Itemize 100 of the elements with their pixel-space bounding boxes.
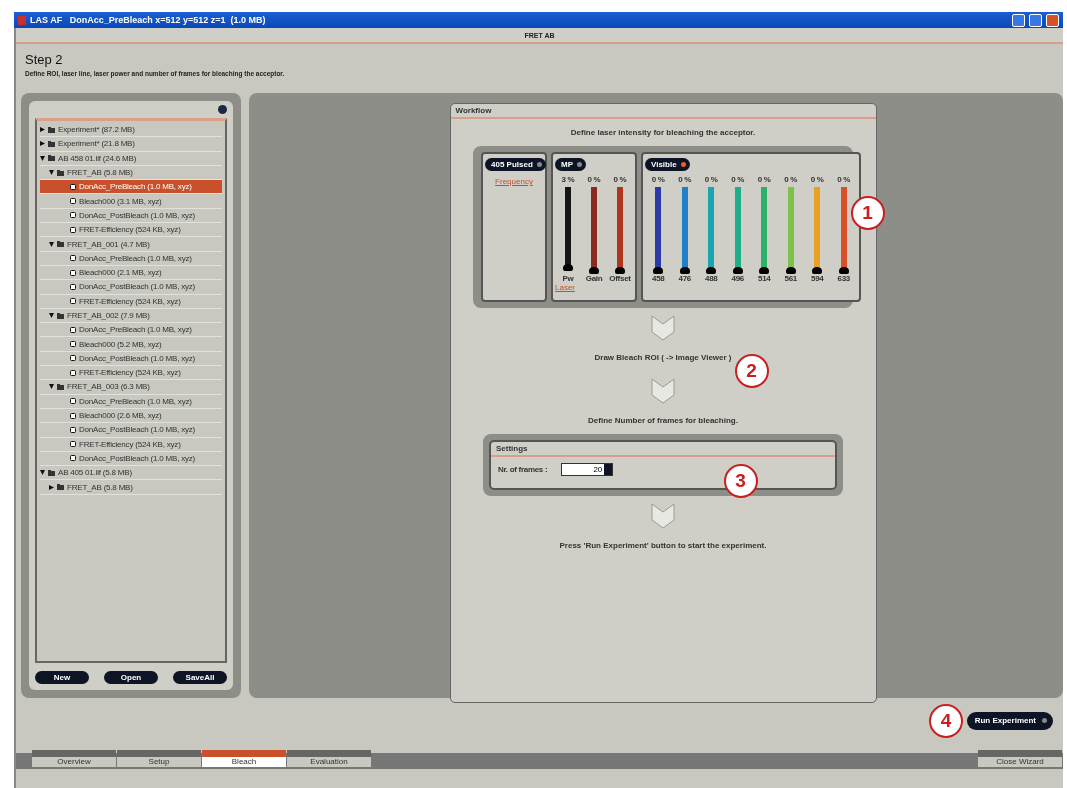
document-icon <box>70 326 76 333</box>
collapsed-arrow-icon[interactable] <box>49 484 54 490</box>
slider-label: 594 <box>811 274 824 283</box>
tree-item[interactable]: DonAcc_PostBleach (1.0 MB, xyz) <box>40 423 222 438</box>
callout-number: 4 <box>929 704 963 738</box>
intensity-slider[interactable] <box>681 187 688 271</box>
slider-thumb[interactable] <box>589 267 599 274</box>
expanded-arrow-icon[interactable] <box>49 384 54 390</box>
tree-item[interactable]: Experiment* (87.2 MB) <box>40 123 222 138</box>
wizard-tab[interactable]: Bleach <box>202 750 286 767</box>
intensity-slider[interactable] <box>708 187 715 271</box>
wizard-tab[interactable]: Evaluation <box>287 750 371 767</box>
workflow-step: Press 'Run Experiment' button to start the experiment. <box>559 541 767 550</box>
minimize-button[interactable] <box>1012 13 1025 27</box>
tree-item[interactable]: AB 405 01.lif (5.8 MB) <box>40 466 222 481</box>
intensity-slider[interactable] <box>734 187 741 271</box>
down-chevron-icon <box>650 377 676 405</box>
tree-item[interactable]: FRET_AB_001 (4.7 MB) <box>40 237 222 252</box>
tree-item[interactable]: DonAcc_PreBleach (1.0 MB, xyz) <box>40 180 222 195</box>
expanded-arrow-icon[interactable] <box>49 313 54 318</box>
tree-item[interactable]: FRET-Efficiency (524 KB, xyz) <box>40 223 222 238</box>
slider-reading: 0 % <box>587 175 601 184</box>
slider-thumb[interactable] <box>653 267 664 274</box>
tree-button[interactable]: New <box>35 671 89 684</box>
tree-item[interactable]: FRET-Efficiency (524 KB, xyz) <box>40 366 222 381</box>
slider-thumb[interactable] <box>759 267 770 274</box>
tree-item-label: DonAcc_PostBleach (1.0 MB, xyz) <box>79 453 196 463</box>
tree-item[interactable]: AB 458 01.lif (24.6 MB) <box>40 151 222 166</box>
intensity-slider[interactable] <box>787 187 794 271</box>
intensity-slider[interactable] <box>840 187 847 271</box>
expanded-arrow-icon[interactable] <box>49 241 54 247</box>
status-dot <box>1042 718 1047 723</box>
slider-thumb[interactable] <box>563 264 573 272</box>
run-experiment-button[interactable]: Run Experiment <box>966 711 1053 730</box>
collapsed-arrow-icon[interactable] <box>40 141 45 147</box>
slider-thumb[interactable] <box>838 267 849 274</box>
step-heading: Step 2 <box>24 51 64 67</box>
intensity-slider[interactable] <box>761 187 768 271</box>
tree-button[interactable]: SaveAll <box>173 671 227 684</box>
slider-reading: 0 % <box>837 175 851 184</box>
tree-item-label: AB 458 01.lif (24.6 MB) <box>58 153 137 163</box>
tree-item[interactable]: DonAcc_PreBleach (1.0 MB, xyz) <box>40 394 222 409</box>
intensity-slider[interactable] <box>591 187 597 271</box>
tree-item-label: DonAcc_PostBleach (1.0 MB, xyz) <box>79 353 196 363</box>
tree-item[interactable]: Bleach000 (2.1 MB, xyz) <box>40 265 222 281</box>
slider-label: Offset <box>609 274 631 283</box>
slider-thumb[interactable] <box>615 267 625 274</box>
tree-item[interactable]: DonAcc_PreBleach (1.0 MB, xyz) <box>40 323 222 338</box>
tree-item[interactable]: Experiment* (21.8 MB) <box>40 137 222 152</box>
slider-thumb[interactable] <box>732 267 743 274</box>
wizard-tab[interactable]: Setup <box>117 750 201 767</box>
help-icon[interactable] <box>218 105 227 114</box>
intensity-slider[interactable] <box>655 187 662 271</box>
slider-thumb[interactable] <box>785 267 796 274</box>
folder-icon <box>48 469 55 476</box>
slider-thumb[interactable] <box>679 267 690 274</box>
tree-item-label: FRET_AB_003 (6.3 MB) <box>67 382 150 392</box>
wizard-tab[interactable]: Overview <box>32 750 116 767</box>
intensity-slider[interactable] <box>814 187 821 271</box>
frames-label: Nr. of frames : <box>498 465 548 474</box>
tree-item-label: DonAcc_PreBleach (1.0 MB, xyz) <box>79 396 192 406</box>
intensity-slider[interactable] <box>617 187 623 271</box>
expanded-arrow-icon[interactable] <box>49 170 54 176</box>
tree-item[interactable]: DonAcc_PostBleach (1.0 MB, xyz) <box>40 280 222 295</box>
workflow-step: Define Number of frames for bleaching. <box>588 416 738 425</box>
tree-item[interactable]: FRET_AB_003 (6.3 MB) <box>40 380 222 395</box>
tree-item[interactable]: FRET_AB (5.8 MB) <box>40 480 222 495</box>
slider-label: 561 <box>784 274 797 283</box>
expanded-arrow-icon[interactable] <box>40 470 45 476</box>
slider-reading: 0 % <box>678 175 692 184</box>
tree-item[interactable]: FRET-Efficiency (524 KB, xyz) <box>40 294 222 309</box>
tree-item[interactable]: Bleach000 (5.2 MB, xyz) <box>40 337 222 352</box>
laser-toggle[interactable]: MP <box>555 158 586 171</box>
slider-reading: 0 % <box>810 175 824 184</box>
laser-toggle[interactable]: 405 Pulsed <box>485 158 546 171</box>
close-button[interactable] <box>1046 13 1059 27</box>
intensity-slider[interactable] <box>565 187 571 271</box>
tree-item[interactable]: DonAcc_PreBleach (1.0 MB, xyz) <box>40 251 222 266</box>
tree-item-label: FRET-Efficiency (524 KB, xyz) <box>79 296 181 306</box>
tree-item-label: FRET-Efficiency (524 KB, xyz) <box>79 225 181 235</box>
laser-toggle[interactable]: Visible <box>645 158 690 171</box>
tree-item[interactable]: FRET_AB_002 (7.9 MB) <box>40 308 222 324</box>
slider-thumb[interactable] <box>706 267 717 274</box>
tree-item[interactable]: DonAcc_PostBleach (1.0 MB, xyz) <box>40 451 222 467</box>
collapsed-arrow-icon[interactable] <box>40 127 45 133</box>
tree-item[interactable]: DonAcc_PostBleach (1.0 MB, xyz) <box>40 208 222 224</box>
slider-reading: 0 % <box>704 175 718 184</box>
slider-thumb[interactable] <box>812 267 823 274</box>
tree-item-label: FRET_AB_001 (4.7 MB) <box>67 239 150 249</box>
tree-item[interactable]: FRET-Efficiency (524 KB, xyz) <box>40 437 222 452</box>
tree-item[interactable]: Bleach000 (3.1 MB, xyz) <box>40 194 222 209</box>
settings-title: Settings <box>491 442 835 457</box>
expanded-arrow-icon[interactable] <box>40 155 45 161</box>
close-wizard-button[interactable]: Close Wizard <box>978 750 1062 767</box>
frames-spinbox[interactable]: 20 <box>561 463 614 476</box>
window-title: LAS AF DonAcc_PreBleach x=512 y=512 z=1 (1.0 MB) <box>30 15 267 25</box>
tree-button[interactable]: Open <box>104 671 158 684</box>
tree-item[interactable]: DonAcc_PostBleach (1.0 MB, xyz) <box>40 351 222 367</box>
maximize-button[interactable] <box>1029 13 1042 27</box>
tree-item[interactable]: Bleach000 (2.6 MB, xyz) <box>40 408 222 424</box>
